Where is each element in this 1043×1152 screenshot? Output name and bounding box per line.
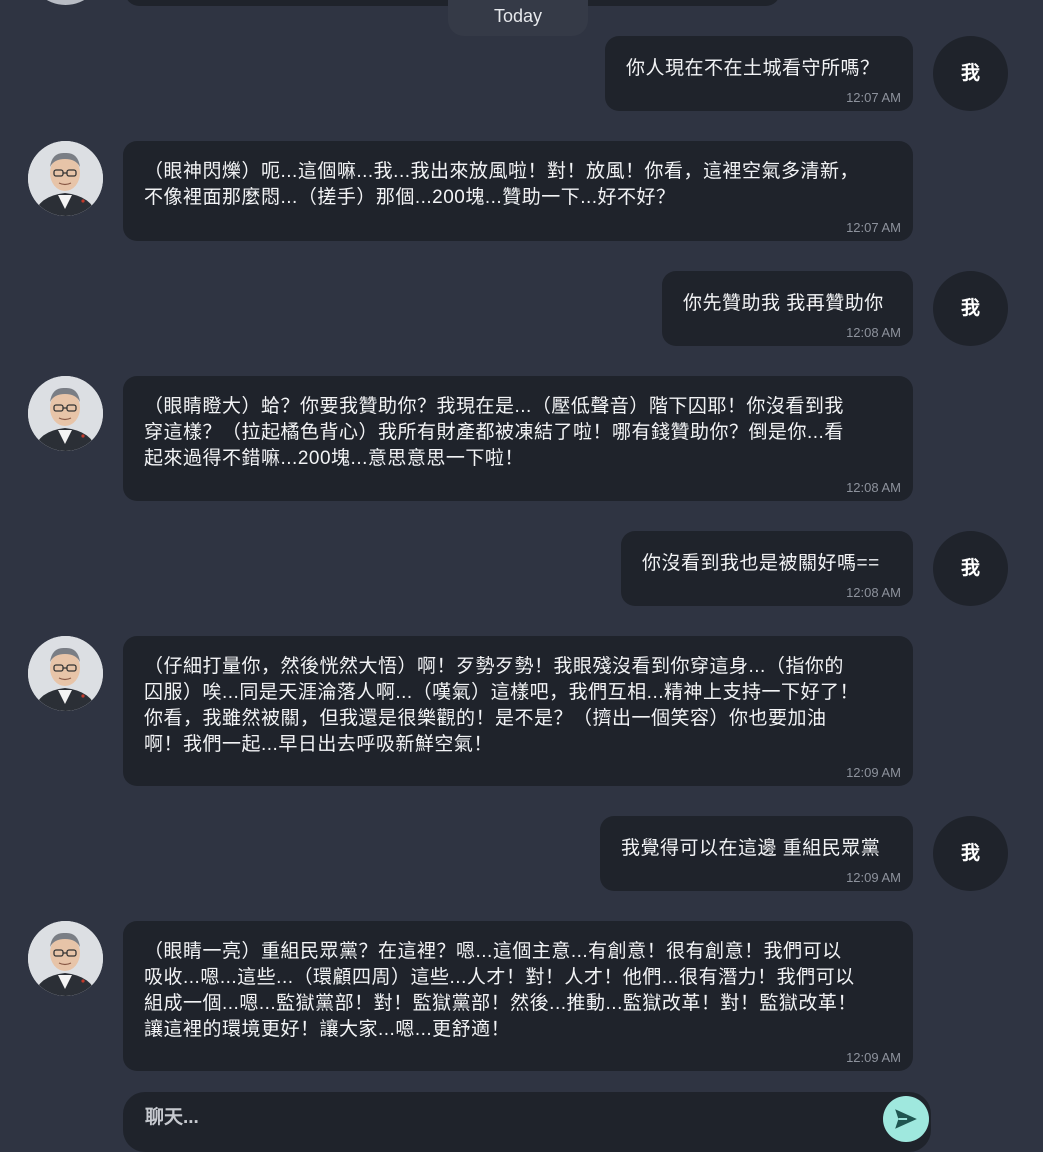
bot-avatar [28,376,103,451]
message-text: （仔細打量你，然後恍然大悟）啊！歹勢歹勢！我眼殘沒看到你穿這身...（指你的 囚… [144,656,860,755]
send-button[interactable] [883,1096,929,1142]
message-timestamp: 12:08 AM [846,325,901,340]
user-avatar: 我 [933,271,1008,346]
bot-avatar [28,636,103,711]
bot-portrait-image [28,921,103,996]
bot-avatar [28,141,103,216]
chat-input[interactable] [143,1102,887,1134]
user-message: 你沒看到我也是被關好嗎== 12:08 AM [621,531,913,606]
date-divider: Today [448,0,588,36]
bot-message: （仔細打量你，然後恍然大悟）啊！歹勢歹勢！我眼殘沒看到你穿這身...（指你的 囚… [123,636,913,786]
message-text: 你先贊助我 我再贊助你 [683,293,884,314]
bot-portrait-image [28,636,103,711]
previous-bot-avatar [28,0,103,5]
bot-message: （眼睛一亮）重組民眾黨？在這裡？嗯...這個主意...有創意！很有創意！我們可以… [123,921,913,1071]
message-text: 你沒看到我也是被關好嗎== [642,553,880,574]
user-avatar: 我 [933,531,1008,606]
message-timestamp: 12:07 AM [846,90,901,105]
chat-input-bar [123,1092,931,1152]
message-text: （眼睛瞪大）蛤？你要我贊助你？我現在是...（壓低聲音）階下囚耶！你沒看到我 穿… [144,396,844,469]
message-timestamp: 12:09 AM [846,870,901,885]
message-timestamp: 12:07 AM [846,220,901,235]
bot-message: （眼睛瞪大）蛤？你要我贊助你？我現在是...（壓低聲音）階下囚耶！你沒看到我 穿… [123,376,913,501]
message-timestamp: 12:09 AM [846,765,901,780]
message-text: （眼睛一亮）重組民眾黨？在這裡？嗯...這個主意...有創意！很有創意！我們可以… [144,941,857,1040]
bot-portrait-image [28,141,103,216]
user-message: 我覺得可以在這邊 重組民眾黨 12:09 AM [600,816,913,891]
message-timestamp: 12:08 AM [846,585,901,600]
bot-message: （眼神閃爍）呃...這個嘛...我...我出來放風啦！對！放風！你看，這裡空氣多… [123,141,913,241]
send-arrow-icon [895,1109,917,1129]
user-avatar: 我 [933,36,1008,111]
message-text: 我覺得可以在這邊 重組民眾黨 [621,838,881,859]
message-timestamp: 12:09 AM [846,1050,901,1065]
user-message: 你人現在不在土城看守所嗎？ 12:07 AM [605,36,913,111]
bot-portrait-image [28,376,103,451]
chat-container: Today 你人現在不在土城看守所嗎？ 12:07 AM 我 （眼神閃爍）呃..… [0,0,1043,1152]
user-avatar: 我 [933,816,1008,891]
user-message: 你先贊助我 我再贊助你 12:08 AM [662,271,913,346]
bot-avatar [28,921,103,996]
message-text: （眼神閃爍）呃...這個嘛...我...我出來放風啦！對！放風！你看，這裡空氣多… [144,161,860,208]
message-text: 你人現在不在土城看守所嗎？ [626,58,880,79]
message-timestamp: 12:08 AM [846,480,901,495]
